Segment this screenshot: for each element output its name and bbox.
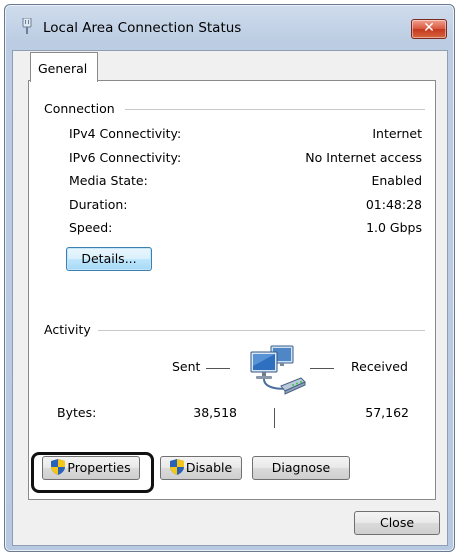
properties-label: Properties: [67, 460, 131, 475]
ipv4-value: Internet: [372, 126, 422, 141]
activity-group-label: Activity: [44, 322, 97, 337]
media-state-label: Media State:: [69, 173, 148, 188]
ipv6-label: IPv6 Connectivity:: [69, 150, 182, 165]
sent-label: Sent: [172, 359, 201, 374]
uac-shield-icon: [169, 459, 184, 475]
speed-label: Speed:: [69, 220, 113, 235]
speed-value: 1.0 Gbps: [366, 220, 422, 235]
status-dialog-window: Local Area Connection Status ✕ General C…: [4, 4, 455, 552]
duration-value: 01:48:28: [365, 197, 422, 212]
network-adapter-icon: [22, 18, 32, 34]
received-label: Received: [351, 359, 408, 374]
title-bar[interactable]: Local Area Connection Status ✕: [5, 5, 454, 45]
ipv4-label: IPv4 Connectivity:: [69, 126, 182, 141]
bytes-received-value: 57,162: [365, 405, 409, 420]
diagnose-button[interactable]: Diagnose: [252, 456, 350, 480]
general-panel: Connection IPv4 Connectivity: Internet I…: [28, 80, 436, 500]
bytes-sent-value: 38,518: [193, 405, 237, 420]
tab-general[interactable]: General: [30, 52, 98, 82]
properties-button[interactable]: Properties: [42, 456, 140, 480]
title-close-button[interactable]: ✕: [411, 19, 447, 39]
disable-label: Disable: [185, 460, 233, 475]
activity-group-line: [98, 330, 425, 331]
media-state-value: Enabled: [371, 173, 422, 188]
bytes-label: Bytes:: [57, 405, 97, 420]
duration-label: Duration:: [69, 197, 128, 212]
network-computers-icon: [250, 345, 306, 395]
bytes-separator: [274, 408, 275, 428]
details-button[interactable]: Details...: [66, 247, 152, 271]
ipv6-value: No Internet access: [305, 150, 422, 165]
disable-button[interactable]: Disable: [160, 456, 242, 480]
received-line: [310, 368, 334, 369]
close-button[interactable]: Close: [354, 511, 440, 535]
connection-group-label: Connection: [44, 101, 121, 116]
sent-line: [206, 368, 230, 369]
close-icon: ✕: [423, 20, 435, 36]
connection-group-line: [125, 109, 425, 110]
uac-shield-icon: [51, 459, 66, 475]
window-title: Local Area Connection Status: [43, 20, 242, 36]
